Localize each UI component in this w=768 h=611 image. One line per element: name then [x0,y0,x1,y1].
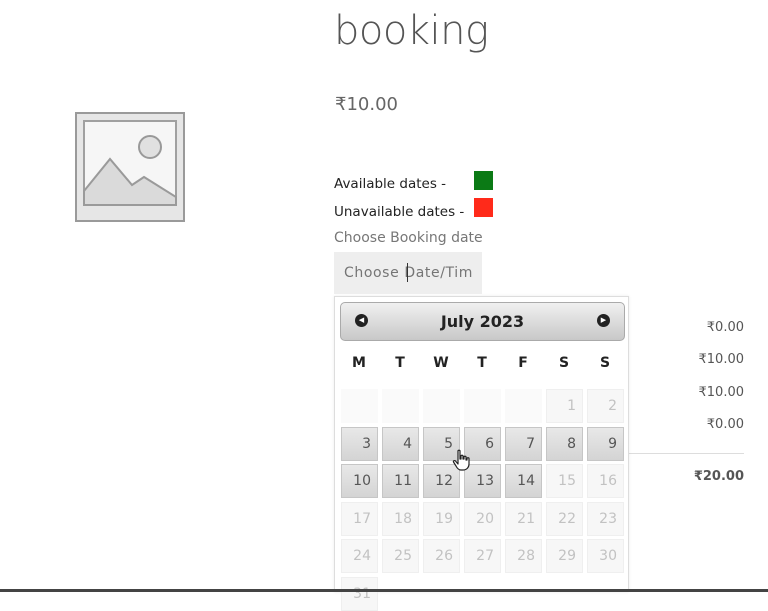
empty-day-cell [423,389,460,423]
weekday-header: W [433,355,449,371]
day-cell-30: 30 [587,539,624,573]
day-cell-7[interactable]: 7 [505,426,542,461]
day-cell-16: 16 [587,464,624,498]
available-dates-swatch [474,171,493,190]
day-cell-27: 27 [464,539,501,573]
total-row-4: ₹0.00 [706,417,744,432]
day-cell-26: 26 [423,539,460,573]
day-cell-29: 29 [546,539,583,573]
weekday-header: S [599,355,611,371]
datepicker-popup: ◀ July 2023 ▶ MTWTFSS 1 2 3 4 5 6 7 8 9 10 11 12 13 1… [334,296,629,611]
day-cell-10[interactable]: 10 [341,464,378,498]
day-cell-18: 18 [382,501,419,536]
day-cell-25: 25 [382,539,419,573]
empty-day-cell [464,389,501,423]
text-caret [407,263,408,282]
day-cell-23: 23 [587,501,624,536]
total-amount: ₹20.00 [693,469,744,484]
day-cell-24: 24 [341,539,378,573]
day-cell-11[interactable]: 11 [382,464,419,498]
unavailable-dates-swatch [474,198,493,217]
empty-day-cell [505,389,542,423]
weekday-header: S [558,355,570,371]
total-row-3: ₹10.00 [698,385,745,400]
day-cell-3[interactable]: 3 [341,426,378,461]
next-arrow-icon[interactable]: ▶ [597,314,610,327]
day-cell-31: 31 [341,576,378,611]
weekday-header: F [518,355,528,371]
day-cell-21: 21 [505,501,542,536]
datepicker-month-title: July 2023 [440,312,525,331]
weekday-header: T [395,355,405,371]
day-cell-22: 22 [546,501,583,536]
total-row-2: ₹10.00 [698,352,745,367]
day-cell-1: 1 [546,389,583,423]
totals-divider [628,453,744,454]
day-cell-14[interactable]: 14 [505,464,542,498]
hand-cursor-icon [452,449,470,471]
day-cell-17: 17 [341,501,378,536]
day-cell-9[interactable]: 9 [587,426,624,461]
empty-day-cell [341,389,378,423]
weekday-header: M [352,355,366,371]
booking-date-input[interactable] [334,252,482,294]
day-cell-19: 19 [423,501,460,536]
product-price: ₹10.00 [335,94,398,115]
available-dates-label: Available dates - [334,176,447,192]
datepicker-header: ◀ July 2023 ▶ [340,302,625,341]
total-row-1: ₹0.00 [706,320,744,335]
product-title: booking [334,8,489,54]
booking-date-label: Choose Booking date [334,230,483,246]
day-cell-4[interactable]: 4 [382,426,419,461]
day-cell-20: 20 [464,501,501,536]
day-cell-2: 2 [587,389,624,423]
day-cell-15: 15 [546,464,583,498]
weekday-header: T [477,355,487,371]
empty-day-cell [382,389,419,423]
unavailable-dates-label: Unavailable dates - [334,204,465,220]
day-cell-8[interactable]: 8 [546,426,583,461]
day-cell-28: 28 [505,539,542,573]
image-placeholder-icon [75,112,185,222]
